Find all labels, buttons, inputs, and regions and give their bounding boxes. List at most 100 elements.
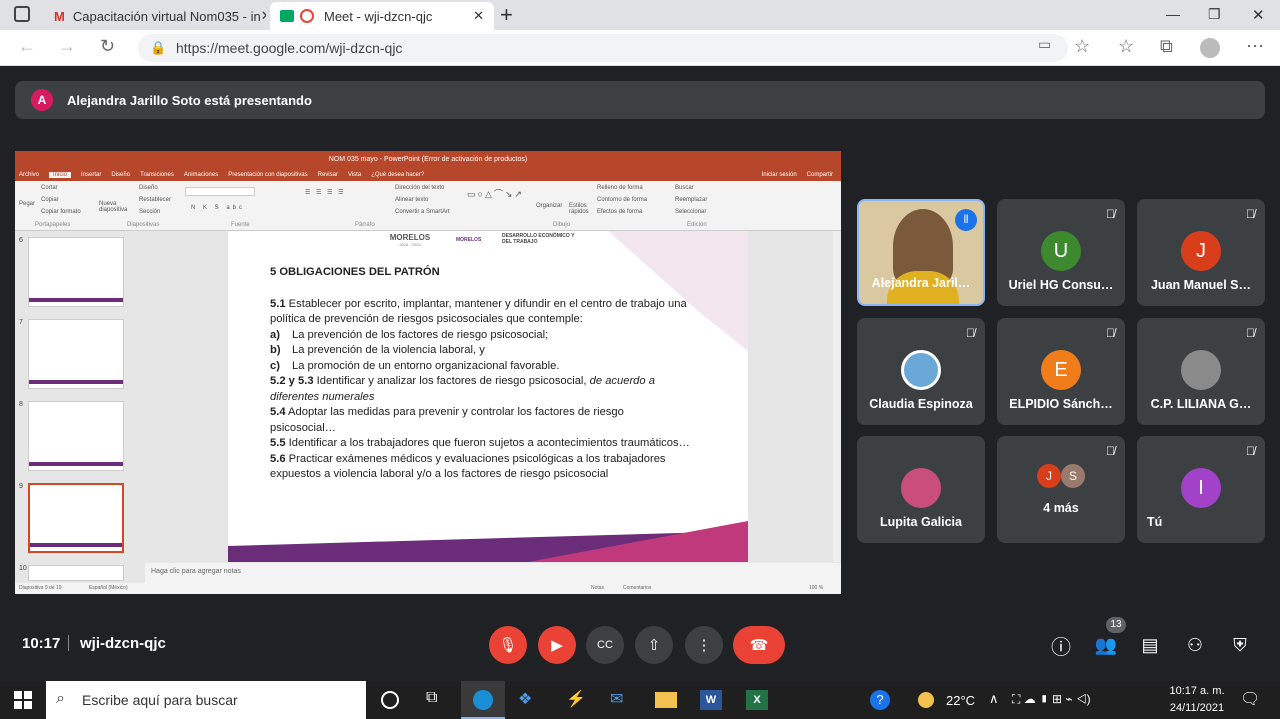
- app-icon[interactable]: ⚡: [566, 689, 586, 709]
- more-options-icon[interactable]: ⋮: [685, 626, 723, 664]
- shared-screen: NOM 035 mayo - PowerPoint (Error de acti…: [15, 151, 841, 594]
- url-field[interactable]: 🔒 https://meet.google.com/wji-dzcn-qjc: [138, 34, 1068, 62]
- participant-tile-uriel[interactable]: 🎙̸ U Uriel HG Consu…: [997, 199, 1125, 306]
- excel-icon[interactable]: X: [746, 690, 768, 710]
- participant-name: 4 más: [1043, 501, 1079, 515]
- recording-icon: [300, 9, 314, 23]
- muted-mic-icon: 🎙̸: [1246, 444, 1255, 458]
- camera-off-icon[interactable]: ▶: [538, 626, 576, 664]
- zoom-level: 100 %: [809, 585, 824, 591]
- favorites-icon[interactable]: ☆: [1118, 36, 1134, 57]
- participant-name: ELPIDIO Sánch…: [1009, 397, 1113, 411]
- presenter-avatar: A: [31, 89, 53, 111]
- ppt-tab: Insertar: [81, 172, 102, 178]
- item-text: Adoptar las medidas para prevenir y cont…: [270, 406, 624, 434]
- notifications-icon[interactable]: 🗨: [1240, 689, 1260, 709]
- captions-icon[interactable]: CC: [586, 626, 624, 664]
- slide-thumbnails: 6 7 8 9 10: [15, 231, 137, 581]
- word-icon[interactable]: W: [700, 690, 722, 710]
- search-icon: ⌕: [56, 690, 65, 707]
- clock-date: 24/11/2021: [1169, 702, 1225, 714]
- ppt-tab: Revisar: [317, 172, 338, 178]
- muted-mic-icon: 🎙̸: [1106, 326, 1115, 340]
- system-tray-icons[interactable]: ⛶ ☁ ▮ ⊞ ⌁ ◁): [1012, 692, 1091, 707]
- ribbon-label: Buscar: [675, 185, 694, 191]
- slide-thumbnail: [28, 401, 124, 471]
- ppt-ribbon-tabs: Archivo Inicio Insertar Diseño Transicio…: [15, 169, 841, 181]
- minimize-button[interactable]: —: [1166, 6, 1180, 22]
- more-menu-icon[interactable]: ⋯: [1246, 36, 1264, 57]
- meet-controls-bar: 10:17 wji-dzcn-qjc 🎙 ▶ CC ⇧ ⋮ ☎ ⓘ 👥 13 ▤…: [0, 605, 1280, 681]
- participant-avatar: I: [1181, 468, 1221, 508]
- task-view-icon[interactable]: ⧉: [426, 689, 437, 707]
- reload-icon[interactable]: ↻: [100, 36, 115, 57]
- department-text: DESARROLLO ECONÓMICO Y DEL TRABAJO: [502, 233, 575, 245]
- participant-avatar: U: [1041, 231, 1081, 271]
- participant-tile-juan[interactable]: 🎙̸ J Juan Manuel S…: [1137, 199, 1265, 306]
- file-explorer-icon[interactable]: [655, 692, 677, 708]
- item-text: Identificar a los trabajadores que fuero…: [285, 437, 690, 449]
- close-tab-icon[interactable]: ✕: [473, 8, 484, 24]
- notes-placeholder: Haga clic para agregar notas: [151, 568, 241, 575]
- windows-taskbar: ⌕ Escribe aquí para buscar ⧉ ❖ ⚡ ✉ W X ?…: [0, 681, 1280, 719]
- item-c: c) La promoción de un entorno organizacio…: [270, 359, 690, 375]
- item-5-6: 5.6 Practicar exámenes médicos y evaluac…: [270, 452, 690, 483]
- chat-icon[interactable]: ▤: [1131, 626, 1169, 664]
- close-tab-icon[interactable]: ✕: [261, 8, 266, 24]
- participant-name: Juan Manuel S…: [1150, 278, 1252, 292]
- forward-icon[interactable]: →: [58, 36, 76, 57]
- dropbox-icon[interactable]: ❖: [518, 689, 532, 709]
- profile-avatar[interactable]: [1200, 38, 1220, 58]
- collections-icon[interactable]: ⧉: [1160, 36, 1173, 57]
- tab-meet[interactable]: Meet - wji-dzcn-qjc ✕: [270, 2, 494, 30]
- participant-tile-lupita[interactable]: Lupita Galicia: [857, 436, 985, 543]
- item-number: 5.6: [270, 452, 286, 465]
- font-box: [185, 187, 255, 196]
- participant-tile-more[interactable]: 🎙̸ J S 4 más: [997, 436, 1125, 543]
- participant-tile-alejandra[interactable]: ⦀ Alejandra Jaril…: [857, 199, 985, 306]
- help-icon[interactable]: ?: [870, 690, 890, 710]
- participant-tile-elpidio[interactable]: 🎙̸ E ELPIDIO Sánch…: [997, 318, 1125, 425]
- tab-actions-icon[interactable]: [14, 6, 30, 22]
- participant-avatar: J: [1037, 464, 1061, 488]
- participant-tile-self[interactable]: 🎙̸ I Tú: [1137, 436, 1265, 543]
- host-controls-icon[interactable]: ⛨: [1221, 626, 1259, 664]
- back-icon[interactable]: ←: [18, 36, 36, 57]
- participant-avatar: E: [1041, 350, 1081, 390]
- mail-icon[interactable]: ✉: [610, 689, 623, 709]
- add-favorite-icon[interactable]: ☆: [1074, 36, 1090, 57]
- mic-off-icon[interactable]: 🎙: [489, 626, 527, 664]
- thumb-number: 9: [19, 483, 23, 490]
- leave-call-icon[interactable]: ☎: [733, 626, 785, 664]
- participant-tile-liliana[interactable]: 🎙̸ C.P. LILIANA G…: [1137, 318, 1265, 425]
- item-text: La prevención de los factores de riesgo …: [292, 328, 549, 341]
- new-tab-button[interactable]: +: [500, 2, 513, 28]
- show-hidden-icons[interactable]: ∧: [989, 691, 999, 707]
- ribbon-label: Sección: [139, 209, 161, 215]
- activities-icon[interactable]: ⚇: [1176, 626, 1214, 664]
- present-icon[interactable]: ⇧: [635, 626, 673, 664]
- tab-capacitacion[interactable]: M Capacitación virtual Nom035 - in ✕: [44, 2, 266, 30]
- taskbar-search-box[interactable]: ⌕ Escribe aquí para buscar: [46, 681, 366, 719]
- ribbon-label: Reemplazar: [675, 197, 708, 203]
- browser-tab-bar: M Capacitación virtual Nom035 - in ✕ Mee…: [0, 0, 1280, 30]
- maximize-button[interactable]: ❐: [1208, 6, 1221, 23]
- ribbon-label: Convertir a SmartArt: [395, 209, 450, 215]
- edge-taskbar-item[interactable]: [461, 681, 505, 719]
- info-icon[interactable]: ⓘ: [1042, 626, 1080, 664]
- weather-icon[interactable]: [918, 692, 934, 708]
- windows-start-icon[interactable]: [14, 691, 32, 709]
- speaking-indicator-icon: ⦀: [955, 209, 977, 231]
- item-b: b) La prevención de la violencia laboral,…: [270, 343, 690, 359]
- ribbon-label: Estilos rápidos: [569, 203, 589, 215]
- cortana-icon[interactable]: [381, 691, 399, 709]
- participant-tile-claudia[interactable]: 🎙̸ Claudia Espinoza: [857, 318, 985, 425]
- logo-text: MORELOS: [389, 233, 431, 242]
- muted-mic-icon: 🎙̸: [1106, 207, 1115, 221]
- ribbon-label: Efectos de forma: [597, 209, 643, 215]
- slide-body: 5 OBLIGACIONES DEL PATRÓN 5.1 Establecer…: [270, 265, 690, 483]
- people-count-badge: 13: [1106, 617, 1126, 633]
- close-window-button[interactable]: ✕: [1252, 6, 1265, 24]
- tab-label: Meet - wji-dzcn-qjc: [324, 8, 433, 24]
- camera-blocked-icon[interactable]: ▭: [1038, 36, 1051, 53]
